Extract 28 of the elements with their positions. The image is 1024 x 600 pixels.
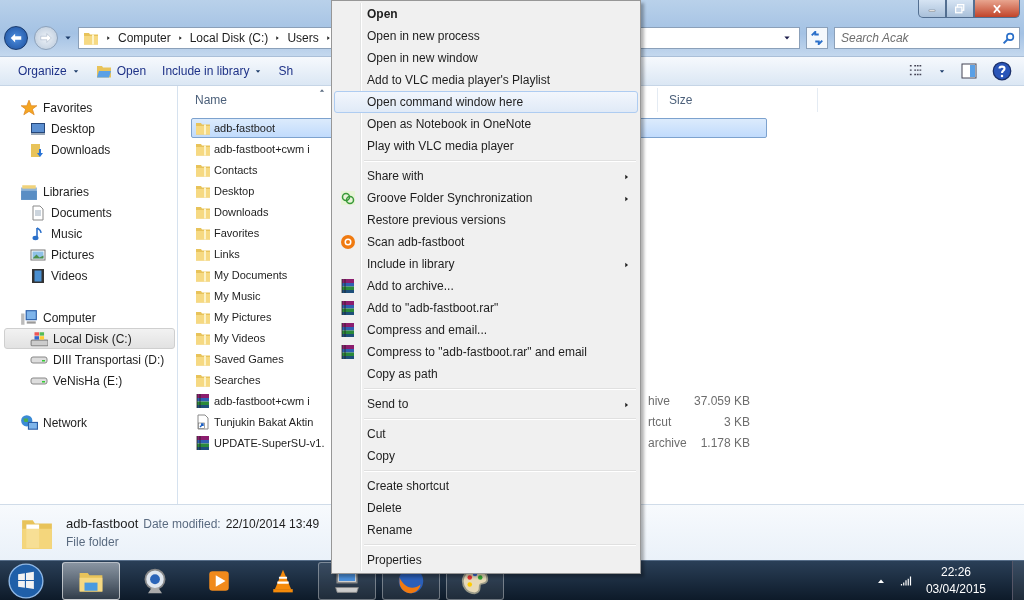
file-name: UPDATE-SuperSU-v1. xyxy=(214,437,325,449)
file-type: hive xyxy=(648,394,670,408)
file-name: Desktop xyxy=(214,185,255,197)
file-type: File folder xyxy=(66,535,120,549)
file-name: My Music xyxy=(214,290,261,302)
file-size: 37.059 KB xyxy=(693,394,750,408)
file-name: My Videos xyxy=(214,332,266,344)
file-name: adb-fastboot+cwm i xyxy=(214,143,310,155)
file-name: adb-fastboot+cwm i xyxy=(214,395,310,407)
file-name: Links xyxy=(214,248,240,260)
file-name: Saved Games xyxy=(214,353,284,365)
file-type: archive xyxy=(648,436,687,450)
file-size: 3 KB xyxy=(724,415,750,429)
date-label: Date modified: xyxy=(143,517,221,531)
file-name: adb-fastboot xyxy=(66,516,139,531)
file-name: Searches xyxy=(214,374,261,386)
file-name: Contacts xyxy=(214,164,258,176)
file-type: rtcut xyxy=(648,415,672,429)
file-name: Tunjukin Bakat Aktin xyxy=(214,416,314,428)
file-name: Downloads xyxy=(214,206,269,218)
file-name: Favorites xyxy=(214,227,260,239)
date-value: 22/10/2014 13:49 xyxy=(225,517,320,531)
file-size: 1.178 KB xyxy=(700,436,750,450)
clock-time: 22:26 xyxy=(940,565,971,579)
file-name: My Pictures xyxy=(214,311,272,323)
clock-date: 03/04/2015 xyxy=(925,582,986,596)
file-name: adb-fastboot xyxy=(214,122,276,134)
file-name: My Documents xyxy=(214,269,288,281)
